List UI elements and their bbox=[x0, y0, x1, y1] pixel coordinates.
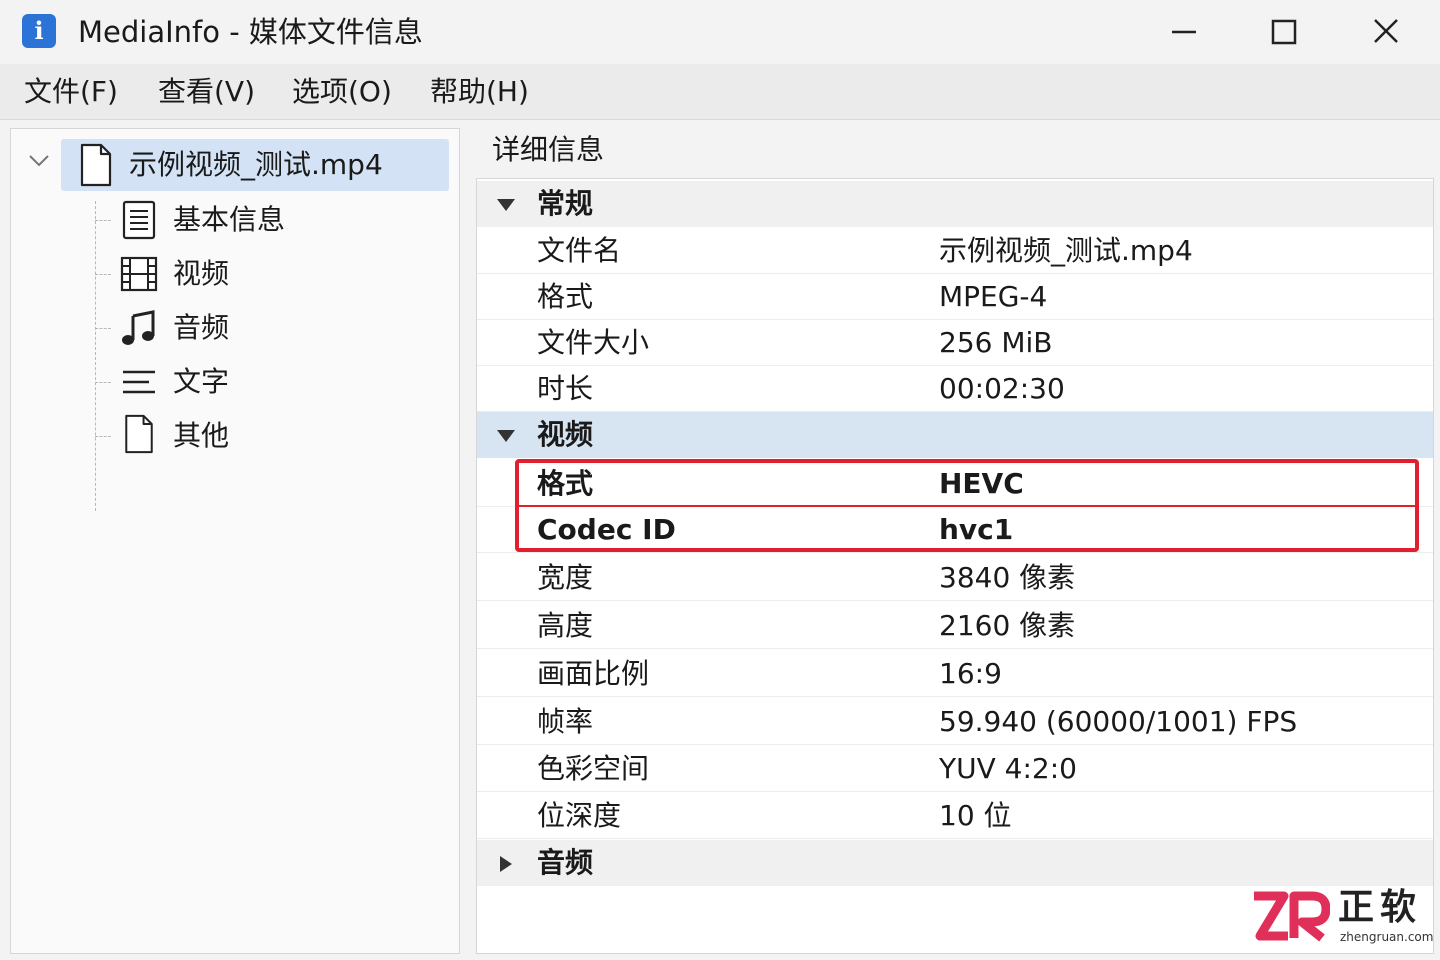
tree-panel: 示例视频_测试.mp4 基本信息 视频 音频 文字 其他 bbox=[10, 128, 460, 954]
close-icon[interactable] bbox=[1356, 10, 1416, 54]
section-title: 常规 bbox=[537, 187, 594, 220]
table-row: 文件大小 256 MiB bbox=[477, 319, 1433, 366]
row-key: 宽度 bbox=[537, 561, 594, 594]
row-value: 2160 像素 bbox=[939, 609, 1076, 642]
tree-connector-line bbox=[95, 382, 111, 383]
document-lines-icon bbox=[122, 200, 156, 240]
row-key: 画面比例 bbox=[537, 657, 650, 690]
row-key: 时长 bbox=[537, 372, 594, 405]
menu-options[interactable]: 选项(O) bbox=[292, 74, 392, 110]
chevron-down-icon[interactable] bbox=[27, 153, 51, 169]
row-key: 帧率 bbox=[537, 705, 594, 738]
row-key: 文件大小 bbox=[537, 326, 650, 359]
table-row: 宽度 3840 像素 bbox=[477, 554, 1433, 601]
row-key: 位深度 bbox=[537, 799, 622, 832]
row-key: 色彩空间 bbox=[537, 752, 650, 785]
table-row: 色彩空间 YUV 4:2:0 bbox=[477, 745, 1433, 792]
file-icon bbox=[80, 143, 112, 187]
text-lines-icon bbox=[123, 370, 155, 394]
table-row: 高度 2160 像素 bbox=[477, 602, 1433, 649]
row-key: 文件名 bbox=[537, 234, 622, 267]
details-header: 详细信息 bbox=[492, 133, 605, 166]
title-bar: i MediaInfo - 媒体文件信息 bbox=[0, 0, 1440, 64]
row-value: 16:9 bbox=[939, 657, 1002, 690]
table-row: 时长 00:02:30 bbox=[477, 365, 1433, 412]
menu-bar: 文件(F) 查看(V) 选项(O) 帮助(H) bbox=[0, 64, 1440, 120]
app-info-icon: i bbox=[22, 14, 56, 48]
row-value: 59.940 (60000/1001) FPS bbox=[939, 705, 1298, 738]
row-key: 格式 bbox=[537, 280, 594, 313]
maximize-icon[interactable] bbox=[1254, 10, 1314, 54]
tree-connector-line bbox=[95, 274, 111, 275]
tree-root-label[interactable]: 示例视频_测试.mp4 bbox=[129, 145, 383, 185]
triangle-right-icon[interactable] bbox=[495, 854, 517, 874]
watermark-brand: 正软 bbox=[1338, 887, 1423, 928]
section-audio[interactable]: 音频 bbox=[477, 840, 1433, 886]
triangle-down-icon[interactable] bbox=[495, 195, 517, 215]
highlight-divider bbox=[519, 505, 1415, 507]
tree-connector-line bbox=[95, 201, 96, 511]
menu-help[interactable]: 帮助(H) bbox=[430, 74, 529, 110]
table-row: 帧率 59.940 (60000/1001) FPS bbox=[477, 698, 1433, 745]
row-value: 00:02:30 bbox=[939, 372, 1065, 405]
tree-connector-line bbox=[95, 436, 111, 437]
watermark-url: zhengruan.com bbox=[1340, 930, 1434, 944]
tree-item-video[interactable]: 视频 bbox=[173, 254, 229, 294]
table-row: 画面比例 16:9 bbox=[477, 650, 1433, 697]
tree-item-general[interactable]: 基本信息 bbox=[173, 200, 285, 240]
row-key: 高度 bbox=[537, 609, 594, 642]
minimize-icon[interactable] bbox=[1154, 10, 1214, 54]
row-value: 256 MiB bbox=[939, 326, 1053, 359]
watermark: 正软 zhengruan.com bbox=[1250, 887, 1434, 946]
table-row: 格式 MPEG-4 bbox=[477, 273, 1433, 320]
menu-file[interactable]: 文件(F) bbox=[24, 74, 118, 110]
section-video[interactable]: 视频 bbox=[477, 412, 1433, 458]
file-icon bbox=[125, 414, 153, 454]
tree-connector-line bbox=[95, 328, 111, 329]
music-note-icon bbox=[122, 310, 155, 345]
tree-item-text[interactable]: 文字 bbox=[173, 362, 229, 402]
zr-logo-icon bbox=[1254, 891, 1330, 942]
tree-item-other[interactable]: 其他 bbox=[173, 416, 229, 456]
window-title: MediaInfo - 媒体文件信息 bbox=[78, 15, 423, 49]
table-row: 文件名 示例视频_测试.mp4 bbox=[477, 227, 1433, 274]
triangle-down-icon[interactable] bbox=[495, 426, 517, 446]
row-value: 3840 像素 bbox=[939, 561, 1076, 594]
tree-item-audio[interactable]: 音频 bbox=[173, 308, 229, 348]
film-icon bbox=[120, 256, 158, 292]
table-row: 位深度 10 位 bbox=[477, 792, 1433, 839]
section-title: 音频 bbox=[537, 846, 594, 879]
row-value: 10 位 bbox=[939, 799, 1012, 832]
menu-view[interactable]: 查看(V) bbox=[158, 74, 255, 110]
row-value: YUV 4:2:0 bbox=[939, 752, 1077, 785]
section-title: 视频 bbox=[537, 418, 594, 451]
tree-connector-line bbox=[95, 220, 111, 221]
row-value: MPEG-4 bbox=[939, 280, 1048, 313]
row-value: 示例视频_测试.mp4 bbox=[939, 234, 1193, 267]
details-panel: 常规 文件名 示例视频_测试.mp4 格式 MPEG-4 文件大小 256 Mi… bbox=[476, 178, 1434, 954]
section-general[interactable]: 常规 bbox=[477, 181, 1433, 227]
